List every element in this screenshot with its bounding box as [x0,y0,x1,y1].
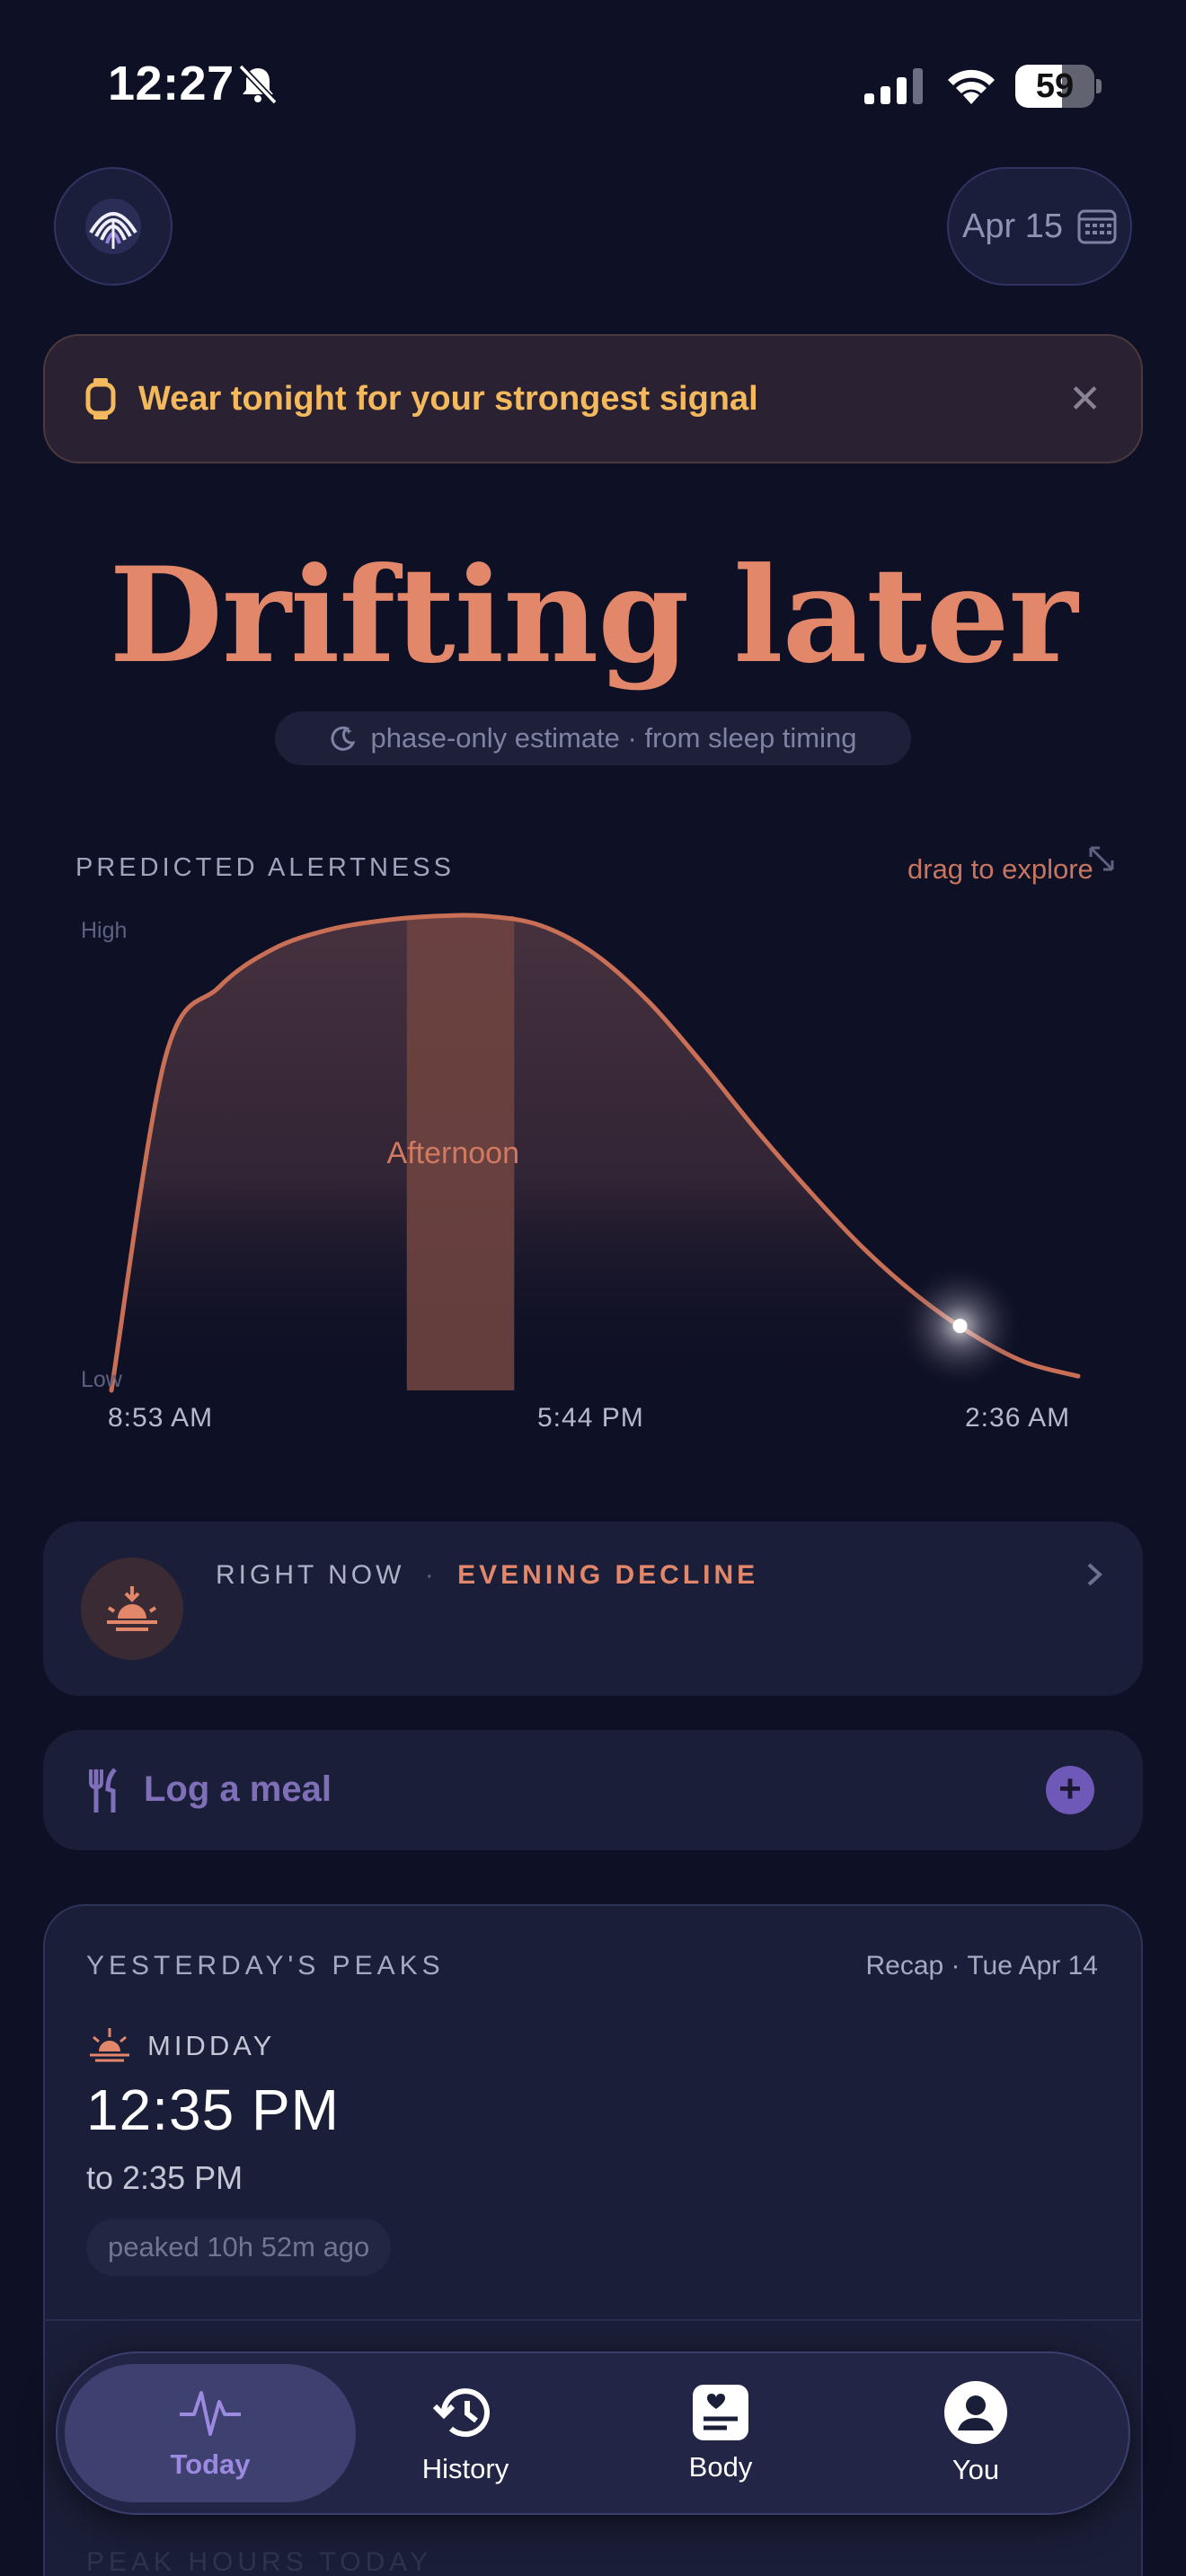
tab-you-label: You [951,2454,1000,2485]
right-now-title: RIGHT NOW · EVENING DECLINE [216,1560,758,1591]
tab-today[interactable]: Today [65,2351,356,2515]
drag-hint: drag to explore [907,853,1093,885]
card-divider [43,2319,1143,2321]
x-tick-end: 2:36 AM [965,1403,1071,1433]
banner-text: Wear tonight for your strongest signal [138,379,758,418]
peak-ago-badge: peaked 10h 52m ago [86,2219,392,2276]
wear-reminder-banner[interactable]: Wear tonight for your strongest signal ✕ [43,334,1143,463]
battery-percent: 59 [1035,67,1075,105]
tab-today-label: Today [170,2448,251,2480]
right-now-label: RIGHT NOW [216,1560,405,1590]
add-meal-button[interactable]: + [1046,1766,1094,1814]
right-now-card[interactable] [43,1522,1143,1696]
expand-arrows-icon[interactable] [1084,841,1120,877]
afternoon-band-label: Afternoon [386,1136,519,1170]
chart-high-label: High [81,918,128,943]
calendar-icon [1077,209,1117,244]
pulse-icon [180,2391,241,2436]
current-time-marker[interactable] [952,1319,968,1334]
sunset-icon [107,1586,157,1631]
body-icon [693,2385,748,2440]
right-now-phase: EVENING DECLINE [457,1560,759,1590]
x-tick-mid: 5:44 PM [537,1403,644,1433]
peaks-recap[interactable]: Recap · Tue Apr 14 [866,1951,1099,1981]
fork-knife-icon [89,1768,117,1813]
tab-body[interactable]: Body [593,2351,848,2515]
bell-muted-icon [238,64,278,105]
estimate-subtitle: phase-only estimate · from sleep timing [370,722,857,754]
page-title: Drifting later [109,539,1077,693]
date-picker-button[interactable]: Apr 15 [947,167,1132,286]
log-meal-label: Log a meal [144,1769,332,1809]
x-tick-start: 8:53 AM [108,1403,214,1433]
chevron-right-icon[interactable] [1084,1561,1105,1588]
alertness-section-label: PREDICTED ALERTNESS [75,853,455,882]
alertness-chart[interactable] [0,889,1186,1428]
wifi-icon [948,69,995,104]
cellular-signal-icon [864,68,923,104]
peak-time: 12:35 PM [86,2078,340,2142]
now-icon-container [81,1557,183,1660]
moon-icon [331,726,356,751]
watch-icon [85,378,116,419]
peak-end-time: to 2:35 PM [86,2159,243,2196]
date-label: Apr 15 [962,207,1063,245]
history-icon [432,2388,490,2438]
person-icon [944,2381,1007,2444]
peak-period-label: MIDDAY [147,2030,276,2061]
estimate-chip: phase-only estimate · from sleep timing [275,711,911,765]
peak-hours-today-label: PEAK HOURS TODAY [86,2547,433,2576]
peaks-title: YESTERDAY'S PEAKS [86,1951,445,1981]
app-logo-button[interactable] [54,167,173,286]
tab-you[interactable]: You [848,2351,1103,2515]
sunrise-icon [90,2028,129,2062]
right-now-separator: · [424,1560,438,1590]
tab-history-label: History [421,2453,509,2484]
battery-indicator: 59 [1015,65,1102,108]
tab-body-label: Body [688,2451,753,2483]
app-logo-icon [85,198,141,254]
close-icon[interactable]: ✕ [1068,376,1102,422]
chart-low-label: Low [81,1367,122,1392]
status-time: 12:27 [108,57,235,110]
tab-history[interactable]: History [338,2351,593,2515]
